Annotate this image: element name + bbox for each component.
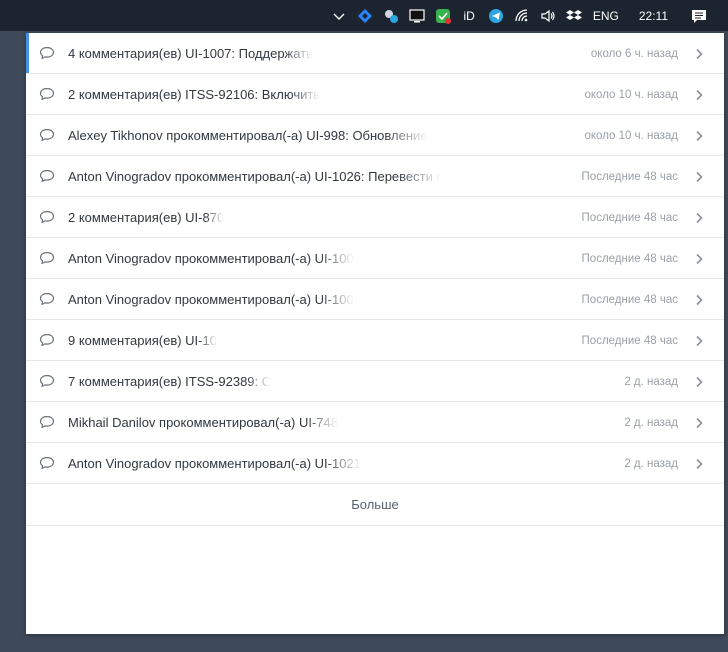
clock[interactable]: 22:11 <box>639 9 668 23</box>
chevron-right-icon[interactable] <box>694 156 704 197</box>
jira-diamond-icon[interactable] <box>356 7 374 25</box>
id-label[interactable]: iD <box>460 9 479 23</box>
notification-text: Anton Vinogradov прокомментировал(-а) UI… <box>68 291 354 307</box>
comment-icon <box>26 209 68 225</box>
chevron-right-icon[interactable] <box>694 320 704 361</box>
notification-text: 4 комментария(ев) UI-1007: Поддержать <box>68 45 313 61</box>
chevron-right-icon[interactable] <box>694 443 704 484</box>
notification-row[interactable]: 7 комментария(ев) ITSS-92389: С 2 д. наза… <box>26 361 724 402</box>
comment-icon <box>26 127 68 143</box>
comment-icon <box>26 168 68 184</box>
bluetooth-app-icon[interactable] <box>382 7 400 25</box>
notification-icon[interactable] <box>690 7 708 25</box>
notification-row[interactable]: 2 комментария(ев) UI-870 Последние 48 час <box>26 197 724 238</box>
notification-time: Последние 48 час <box>581 211 678 224</box>
notification-text: 2 комментария(ев) ITSS-92106: Включить <box>68 86 321 102</box>
notification-text: 2 комментария(ев) UI-870 <box>68 209 225 225</box>
notification-row[interactable]: Mikhail Danilov прокомментировал(-а) UI-… <box>26 402 724 443</box>
notification-row[interactable]: 4 комментария(ев) UI-1007: Поддержать око… <box>26 33 724 74</box>
chevron-right-icon[interactable] <box>694 115 704 156</box>
language-indicator[interactable]: ENG <box>593 9 619 23</box>
comment-icon <box>26 455 68 471</box>
notification-time: Последние 48 час <box>581 170 678 183</box>
comment-icon <box>26 373 68 389</box>
notification-row[interactable]: Anton Vinogradov прокомментировал(-а) UI… <box>26 156 724 197</box>
notification-time: 2 д. назад <box>624 375 678 388</box>
comment-icon <box>26 45 68 61</box>
dropbox-icon[interactable] <box>565 7 583 25</box>
comment-icon <box>26 291 68 307</box>
notification-time: около 6 ч. назад <box>590 47 678 60</box>
comment-icon <box>26 250 68 266</box>
comment-icon <box>26 86 68 102</box>
comment-icon <box>26 332 68 348</box>
notification-text: Alexey Tikhonov прокомментировал(-а) UI-… <box>68 127 428 143</box>
wifi-icon[interactable] <box>513 7 531 25</box>
more-button[interactable]: Больше <box>26 484 724 526</box>
notification-text: 7 комментария(ев) ITSS-92389: С <box>68 373 272 389</box>
notification-time: около 10 ч. назад <box>584 88 679 101</box>
chevron-right-icon[interactable] <box>694 279 704 320</box>
notification-row[interactable]: Alexey Tikhonov прокомментировал(-а) UI-… <box>26 115 724 156</box>
notification-time: Последние 48 час <box>581 252 678 265</box>
notification-time: 2 д. назад <box>624 416 678 429</box>
notification-time: 2 д. назад <box>624 457 678 470</box>
volume-icon[interactable] <box>539 7 557 25</box>
notification-row[interactable]: 2 комментария(ев) ITSS-92106: Включить ок… <box>26 74 724 115</box>
notification-time: около 10 ч. назад <box>584 129 679 142</box>
notifications-list: 4 комментария(ев) UI-1007: Поддержать око… <box>26 33 724 484</box>
notification-text: Anton Vinogradov прокомментировал(-а) UI… <box>68 250 354 266</box>
windows-taskbar: iD ENG 22:11 <box>0 0 728 31</box>
shield-check-icon[interactable] <box>434 7 452 25</box>
comment-icon <box>26 414 68 430</box>
telegram-icon[interactable] <box>487 7 505 25</box>
notification-row[interactable]: 9 комментария(ев) UI-10 Последние 48 час <box>26 320 724 361</box>
notification-time: Последние 48 час <box>581 334 678 347</box>
notification-text: Anton Vinogradov прокомментировал(-а) UI… <box>68 455 361 471</box>
notification-row[interactable]: Anton Vinogradov прокомментировал(-а) UI… <box>26 238 724 279</box>
chevron-right-icon[interactable] <box>694 402 704 443</box>
notification-row[interactable]: Anton Vinogradov прокомментировал(-а) UI… <box>26 279 724 320</box>
notification-text: 9 комментария(ев) UI-10 <box>68 332 217 348</box>
chevron-up-icon[interactable] <box>330 7 348 25</box>
chevron-right-icon[interactable] <box>694 74 704 115</box>
notification-text: Anton Vinogradov прокомментировал(-а) UI… <box>68 168 442 184</box>
notification-text: Mikhail Danilov прокомментировал(-а) UI-… <box>68 414 338 430</box>
monitor-icon[interactable] <box>408 7 426 25</box>
notification-row[interactable]: Anton Vinogradov прокомментировал(-а) UI… <box>26 443 724 484</box>
notification-time: Последние 48 час <box>581 293 678 306</box>
chevron-right-icon[interactable] <box>694 33 704 74</box>
chevron-right-icon[interactable] <box>694 361 704 402</box>
chevron-right-icon[interactable] <box>694 197 704 238</box>
chevron-right-icon[interactable] <box>694 238 704 279</box>
notifications-panel: 4 комментария(ев) UI-1007: Поддержать око… <box>26 33 724 634</box>
